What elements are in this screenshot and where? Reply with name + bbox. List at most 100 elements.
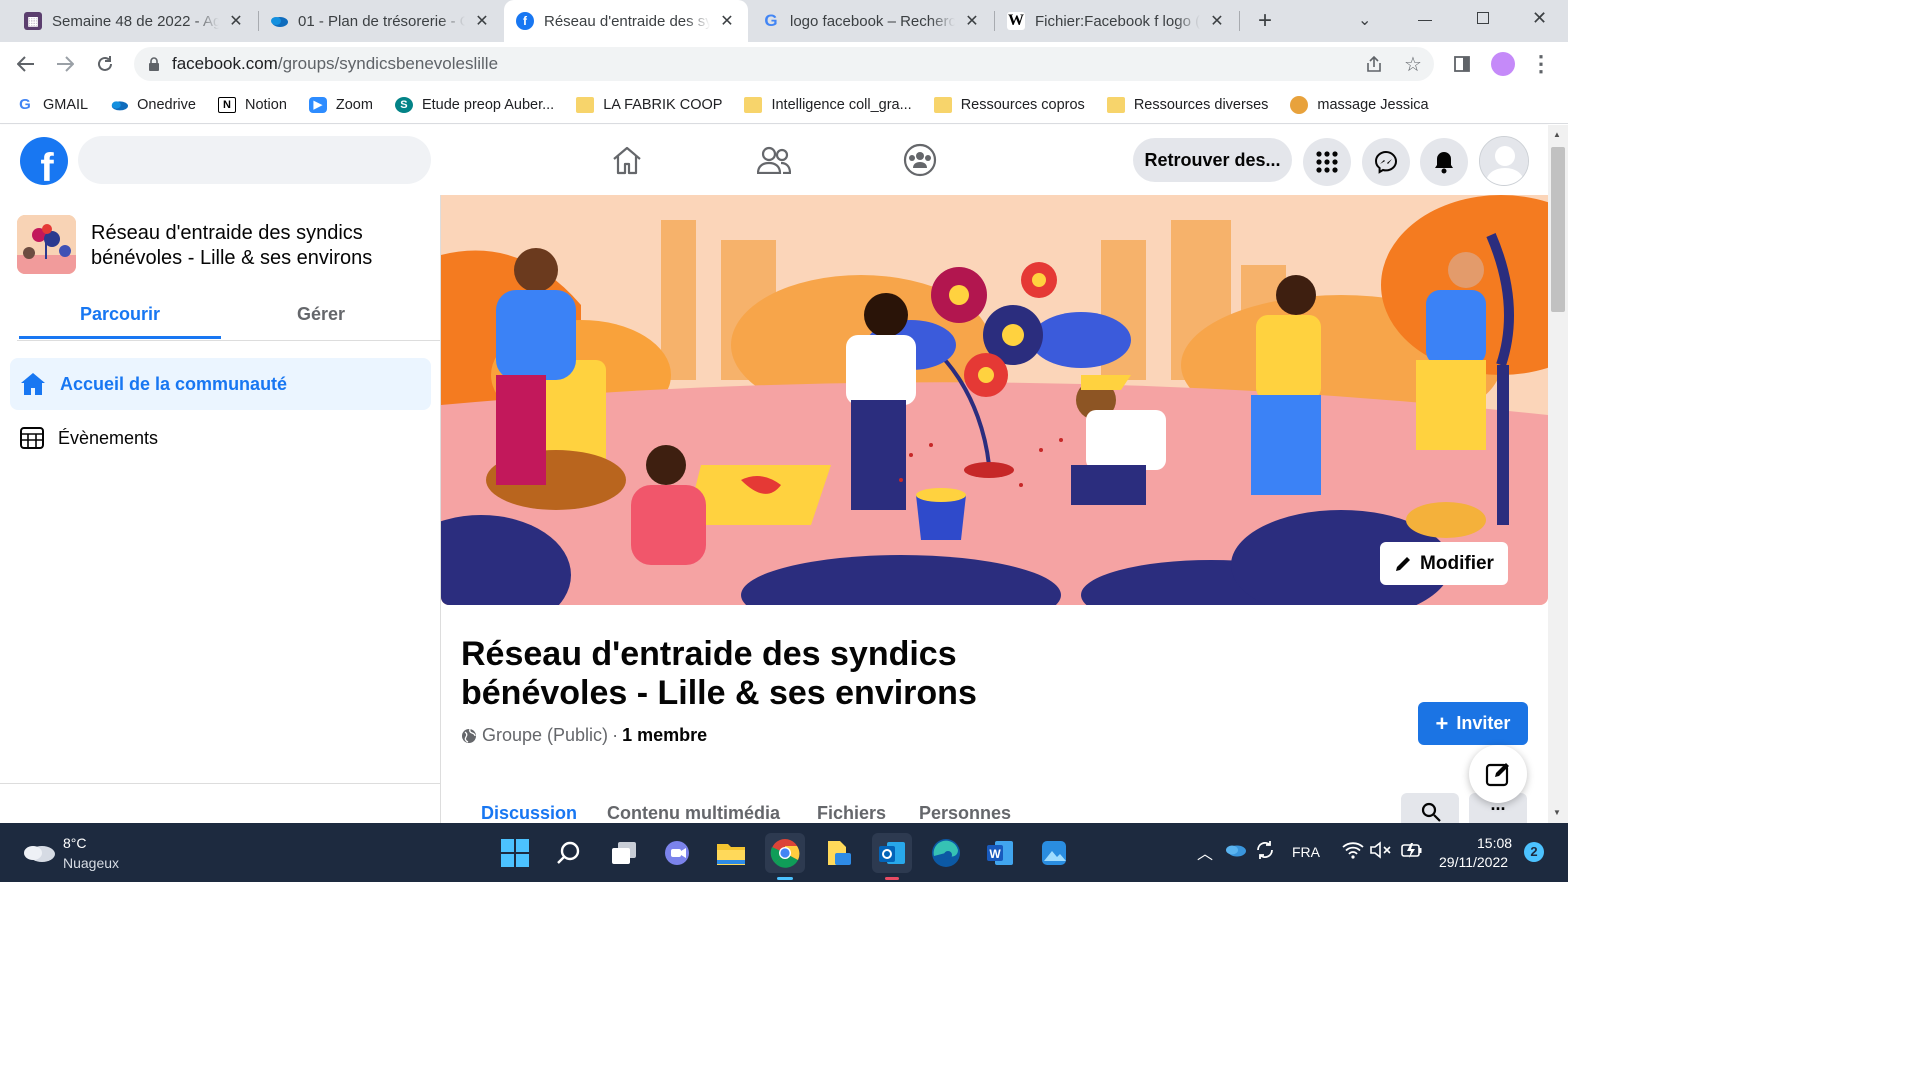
- notifications-bell-icon[interactable]: [1420, 138, 1468, 186]
- side-panel-icon[interactable]: [1446, 48, 1478, 80]
- volume-muted-icon[interactable]: [1370, 841, 1392, 864]
- files-app-icon[interactable]: [819, 833, 859, 873]
- word-icon[interactable]: W: [980, 833, 1020, 873]
- browser-tab[interactable]: W Fichier:Facebook f logo (2019) ✕: [995, 0, 1238, 42]
- cover-photo[interactable]: Modifier: [441, 195, 1548, 605]
- teams-chat-icon[interactable]: [657, 833, 697, 873]
- tab-strip: ▦ Semaine 48 de 2022 - Agenda ✕ 01 - Pla…: [0, 0, 1568, 42]
- clock-date[interactable]: 29/11/2022: [1439, 854, 1508, 870]
- scrollbar-thumb[interactable]: [1551, 147, 1565, 312]
- groups-nav-icon[interactable]: [890, 137, 950, 183]
- new-post-button[interactable]: [1469, 745, 1527, 803]
- browser-tab[interactable]: G logo facebook – Recherche Google ✕: [750, 0, 993, 42]
- language-indicator[interactable]: FRA: [1292, 844, 1320, 860]
- restore-icon[interactable]: [1477, 12, 1489, 24]
- back-icon[interactable]: [10, 48, 42, 80]
- close-icon[interactable]: ✕: [718, 11, 736, 31]
- chevron-up-icon[interactable]: ︿: [1197, 840, 1213, 864]
- share-icon[interactable]: [1358, 48, 1390, 80]
- close-icon[interactable]: ✕: [227, 11, 245, 31]
- edge-icon[interactable]: [926, 833, 966, 873]
- tab-discussion[interactable]: Discussion: [481, 803, 577, 824]
- browser-tab[interactable]: 01 - Plan de trésorerie - OneDrive ✕: [258, 0, 503, 42]
- close-window-icon[interactable]: ✕: [1532, 8, 1547, 29]
- menu-grid-icon[interactable]: [1303, 138, 1351, 186]
- weather-cloud-icon[interactable]: [22, 840, 56, 867]
- notification-badge[interactable]: 2: [1524, 842, 1544, 862]
- clock-time[interactable]: 15:08: [1477, 835, 1512, 851]
- close-icon[interactable]: ✕: [1208, 11, 1226, 31]
- wifi-icon[interactable]: [1342, 841, 1364, 864]
- bookmark-folder[interactable]: Ressources diverses: [1106, 96, 1268, 113]
- bookmark-zoom[interactable]: ▶ Zoom: [308, 96, 373, 113]
- profile-avatar[interactable]: [1491, 52, 1515, 76]
- tab-gerer[interactable]: Gérer: [220, 289, 422, 339]
- close-icon[interactable]: ✕: [963, 11, 981, 31]
- group-privacy[interactable]: Groupe (Public): [482, 725, 608, 746]
- forward-icon[interactable]: [49, 48, 81, 80]
- bookmark-label: GMAIL: [43, 96, 89, 113]
- browser-tab-active[interactable]: f Réseau d'entraide des syndics ✕: [504, 0, 748, 42]
- group-thumbnail[interactable]: [17, 215, 76, 274]
- bookmark-notion[interactable]: N Notion: [217, 96, 287, 113]
- onedrive-icon: [110, 97, 129, 113]
- close-icon[interactable]: ✕: [473, 11, 491, 31]
- outlook-icon[interactable]: [872, 833, 912, 873]
- friends-nav-icon[interactable]: [744, 137, 804, 183]
- windows-start-icon[interactable]: [495, 833, 535, 873]
- weather-desc[interactable]: Nuageux: [63, 855, 119, 871]
- bookmark-gmail[interactable]: G GMAIL: [16, 96, 89, 113]
- tab-media[interactable]: Contenu multimédia: [607, 803, 780, 824]
- search-icon[interactable]: [549, 833, 589, 873]
- chrome-icon[interactable]: [765, 833, 805, 873]
- folder-icon: [744, 96, 763, 113]
- edit-cover-button[interactable]: Modifier: [1380, 542, 1508, 585]
- facebook-search-input[interactable]: [78, 136, 431, 184]
- bookmark-massage[interactable]: massage Jessica: [1290, 95, 1429, 114]
- bookmark-folder[interactable]: LA FABRIK COOP: [576, 96, 723, 113]
- bookmark-onedrive[interactable]: Onedrive: [110, 97, 196, 113]
- bookmark-label: LA FABRIK COOP: [603, 96, 723, 113]
- page-scrollbar[interactable]: ▲ ▼: [1548, 125, 1568, 823]
- browser-toolbar: facebook.com/groups/syndicsbenevoleslill…: [0, 42, 1568, 86]
- tab-files[interactable]: Fichiers: [817, 803, 886, 824]
- member-count[interactable]: 1 membre: [622, 725, 707, 746]
- facebook-logo[interactable]: f: [20, 137, 68, 185]
- tab-title: logo facebook – Recherche Google: [790, 12, 955, 30]
- new-tab-button[interactable]: +: [1252, 8, 1278, 34]
- group-search-button[interactable]: [1401, 793, 1459, 823]
- scroll-up-icon[interactable]: ▲: [1553, 130, 1561, 139]
- bookmark-star-icon[interactable]: ☆: [1397, 48, 1429, 80]
- bookmark-folder[interactable]: Ressources copros: [933, 96, 1085, 113]
- invite-button[interactable]: + Inviter: [1418, 702, 1528, 745]
- messenger-icon[interactable]: [1362, 138, 1410, 186]
- sidebar-item-events[interactable]: Évènements: [10, 412, 431, 464]
- address-bar[interactable]: facebook.com/groups/syndicsbenevoleslill…: [134, 47, 1434, 81]
- find-friends-button[interactable]: Retrouver des...: [1133, 138, 1292, 182]
- browser-tab[interactable]: ▦ Semaine 48 de 2022 - Agenda ✕: [12, 0, 257, 42]
- weather-temp[interactable]: 8°C: [63, 835, 87, 851]
- svg-text:W: W: [989, 847, 1001, 861]
- tab-people[interactable]: Personnes: [919, 803, 1011, 824]
- sidebar-item-community-home[interactable]: Accueil de la communauté: [10, 358, 431, 410]
- google-icon: G: [764, 11, 778, 30]
- home-nav-icon[interactable]: [597, 137, 657, 183]
- scroll-down-icon[interactable]: ▼: [1553, 808, 1561, 817]
- tab-parcourir[interactable]: Parcourir: [19, 289, 221, 339]
- onedrive-tray-icon[interactable]: [1224, 843, 1246, 862]
- menu-kebab-icon[interactable]: ⋮: [1525, 48, 1557, 80]
- task-view-icon[interactable]: [604, 833, 644, 873]
- file-explorer-icon[interactable]: [711, 833, 751, 873]
- sidebar-group-name[interactable]: Réseau d'entraide des syndics bénévoles …: [91, 221, 421, 271]
- photos-app-icon[interactable]: [1034, 833, 1074, 873]
- reload-icon[interactable]: [89, 48, 121, 80]
- bookmark-etude[interactable]: S Etude preop Auber...: [394, 96, 554, 113]
- battery-icon[interactable]: [1400, 841, 1424, 864]
- bookmark-folder[interactable]: Intelligence coll_gra...: [744, 96, 912, 113]
- windows-taskbar: 8°C Nuageux W ︿ FRA 15:08 29/11/2022 2: [0, 823, 1568, 882]
- minimize-icon[interactable]: [1418, 20, 1432, 21]
- lock-icon[interactable]: [148, 57, 160, 71]
- account-avatar[interactable]: [1479, 136, 1529, 186]
- tab-search-icon[interactable]: ⌄: [1358, 10, 1371, 30]
- sync-icon[interactable]: [1254, 839, 1276, 866]
